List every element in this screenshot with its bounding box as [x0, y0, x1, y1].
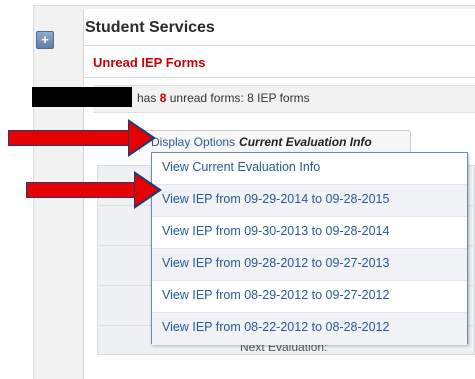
menu-item-iep-2013-2014[interactable]: View IEP from 09-30-2013 to 09-28-2014: [152, 217, 467, 249]
plus-icon: +: [41, 32, 49, 47]
display-options-menu: View Current Evaluation Info View IEP fr…: [151, 152, 468, 345]
display-options-current: Current Evaluation Info: [239, 135, 372, 149]
unread-forms-summary: has 8 unread forms: 8 IEP forms: [137, 91, 310, 105]
unread-suffix: unread forms: 8 IEP forms: [169, 91, 310, 105]
unread-count: 8: [159, 91, 167, 105]
annotation-arrow-icon: [26, 171, 162, 209]
menu-item-iep-2014-2015[interactable]: View IEP from 09-29-2014 to 09-28-2015: [152, 185, 467, 217]
annotation-arrow-icon: [8, 119, 156, 157]
display-options-button[interactable]: Display Options Current Evaluation Info: [139, 130, 411, 152]
panel-title: Student Services: [85, 19, 215, 36]
expand-button[interactable]: +: [36, 31, 54, 49]
title-divider: [83, 45, 475, 46]
redacted-student-name: [32, 87, 132, 107]
unread-forms-header: Unread IEP Forms: [93, 55, 206, 70]
display-options-label: Display Options: [151, 135, 236, 149]
menu-item-iep-2012-2013[interactable]: View IEP from 09-28-2012 to 09-27-2013: [152, 249, 467, 281]
menu-item-iep-aug29-sep27-2012[interactable]: View IEP from 08-29-2012 to 09-27-2012: [152, 281, 467, 313]
header-divider: [83, 77, 475, 78]
menu-item-current-evaluation[interactable]: View Current Evaluation Info: [152, 153, 467, 185]
unread-prefix: has: [137, 91, 157, 105]
menu-item-iep-aug22-aug28-2012[interactable]: View IEP from 08-22-2012 to 08-28-2012: [152, 313, 467, 345]
